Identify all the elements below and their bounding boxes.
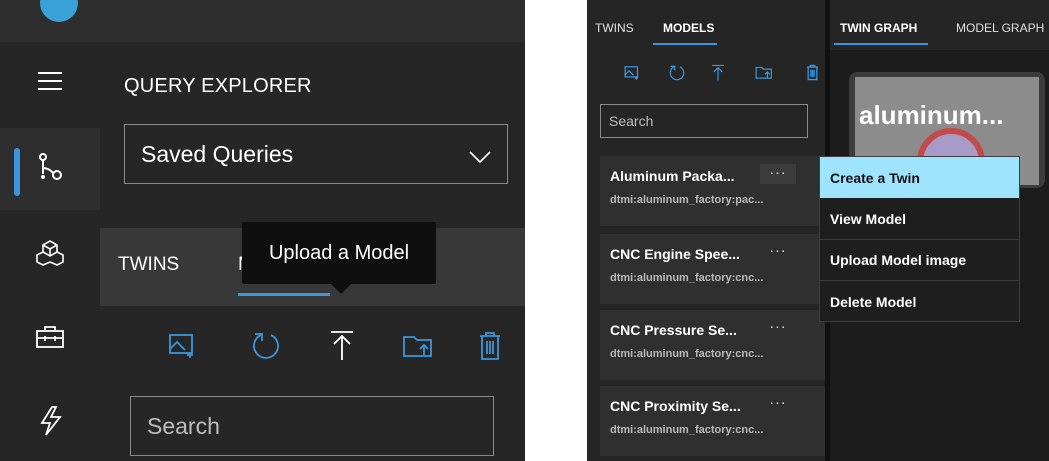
- nav-models[interactable]: [0, 214, 100, 296]
- view-model-menu-item[interactable]: View Model: [820, 199, 1019, 240]
- more-options-button[interactable]: ···: [760, 242, 796, 262]
- refresh-button[interactable]: [246, 328, 286, 368]
- upload-model-button[interactable]: [707, 64, 729, 86]
- tab-twins[interactable]: TWINS: [118, 254, 179, 276]
- model-name: CNC Pressure Se...: [610, 322, 737, 338]
- delete-icon: [478, 331, 502, 366]
- create-twin-menu-item[interactable]: Create a Twin: [820, 157, 1019, 198]
- tab-models-underline: [653, 43, 717, 45]
- refresh-icon: [668, 64, 686, 87]
- folder-upload-icon: [755, 65, 773, 85]
- model-card[interactable]: Aluminum Packa... dtmi:aluminum_factory:…: [600, 156, 825, 226]
- model-id: dtmi:aluminum_factory:cnc...: [610, 272, 764, 284]
- nav-tools[interactable]: [0, 298, 100, 380]
- search-input[interactable]: [600, 104, 808, 138]
- upload-folder-button[interactable]: [398, 328, 438, 368]
- tab-model-graph[interactable]: MODEL GRAPH: [956, 21, 1044, 35]
- saved-queries-dropdown[interactable]: Saved Queries: [124, 124, 508, 184]
- app-top-bar: [0, 0, 525, 42]
- tooltip-arrow: [330, 283, 352, 294]
- thumbnail-label: aluminum...: [859, 100, 1004, 130]
- active-indicator: [14, 148, 20, 196]
- tab-models-underline: [238, 293, 330, 296]
- upload-model-tooltip: Upload a Model: [242, 222, 436, 284]
- image-add-icon: [624, 65, 642, 86]
- model-card[interactable]: CNC Pressure Se... dtmi:aluminum_factory…: [600, 310, 825, 380]
- search-input[interactable]: [130, 396, 494, 456]
- left-nav-rail: [0, 42, 100, 461]
- toolbox-icon: [35, 324, 65, 355]
- tab-twin-graph[interactable]: TWIN GRAPH: [840, 21, 917, 35]
- graph-icon: [36, 152, 64, 187]
- upload-folder-button[interactable]: [753, 64, 775, 86]
- refresh-icon: [250, 330, 282, 367]
- delete-model-menu-item[interactable]: Delete Model: [820, 281, 1019, 322]
- refresh-button[interactable]: [666, 64, 688, 86]
- delete-models-button[interactable]: [470, 328, 510, 368]
- lightning-icon: [38, 405, 62, 442]
- tab-models[interactable]: MODELS: [663, 21, 714, 35]
- upload-model-button[interactable]: [322, 328, 362, 368]
- model-card[interactable]: CNC Proximity Se... dtmi:aluminum_factor…: [600, 386, 825, 456]
- chevron-down-icon: [469, 143, 491, 170]
- add-model-image-button[interactable]: [622, 64, 644, 86]
- menu-icon: [36, 71, 64, 96]
- tab-twins[interactable]: TWINS: [595, 21, 634, 35]
- model-id: dtmi:aluminum_factory:pac...: [610, 194, 764, 206]
- menu-button[interactable]: [0, 42, 100, 124]
- model-name: CNC Engine Spee...: [610, 246, 740, 262]
- more-options-button[interactable]: ···: [760, 164, 796, 184]
- upload-model-image-menu-item[interactable]: Upload Model image: [820, 240, 1019, 281]
- image-add-icon: [168, 332, 200, 365]
- model-name: Aluminum Packa...: [610, 168, 735, 184]
- model-id: dtmi:aluminum_factory:cnc...: [610, 348, 764, 360]
- tab-twin-graph-underline: [834, 43, 928, 45]
- left-screenshot: QUERY EXPLORER Saved Queries TWINS M Upl…: [0, 0, 525, 461]
- nav-events[interactable]: [0, 382, 100, 461]
- folder-upload-icon: [402, 333, 434, 364]
- delete-icon: [806, 64, 819, 86]
- saved-queries-label: Saved Queries: [141, 140, 294, 167]
- add-model-image-button[interactable]: [164, 328, 204, 368]
- model-card[interactable]: CNC Engine Spee... dtmi:aluminum_factory…: [600, 234, 825, 304]
- upload-icon: [711, 64, 725, 87]
- more-options-button[interactable]: ···: [760, 318, 796, 338]
- delete-models-button[interactable]: [801, 64, 823, 86]
- right-screenshot: TWINS MODELS TWIN GRAPH MODEL GRAPH Sear…: [587, 0, 1049, 461]
- model-id: dtmi:aluminum_factory:cnc...: [610, 424, 764, 436]
- cubes-icon: [35, 238, 65, 273]
- context-menu: Create a Twin View Model Upload Model im…: [819, 156, 1020, 322]
- panel-title: QUERY EXPLORER: [124, 75, 312, 97]
- more-options-button[interactable]: ···: [760, 394, 796, 414]
- upload-icon: [329, 330, 355, 367]
- app-logo: [40, 0, 78, 22]
- model-name: CNC Proximity Se...: [610, 398, 741, 414]
